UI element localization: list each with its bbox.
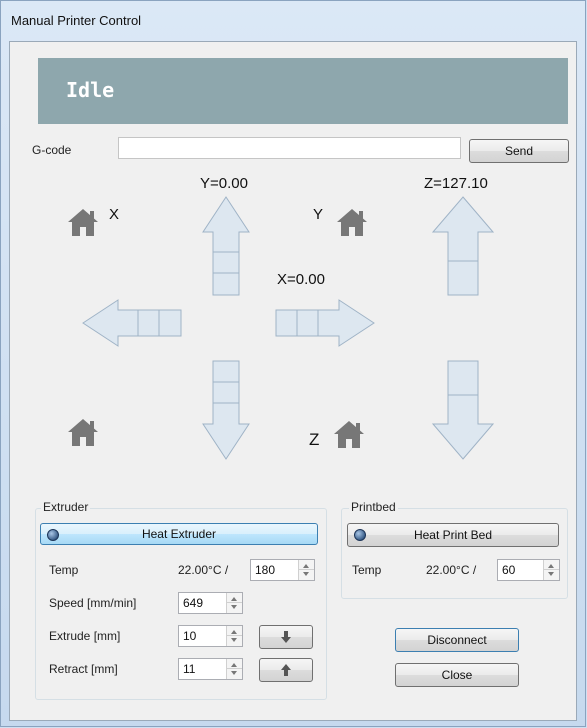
title-bar[interactable]: Manual Printer Control: [1, 1, 585, 41]
extruder-temp-spinbox[interactable]: 180: [250, 559, 315, 581]
send-button[interactable]: Send: [469, 139, 569, 163]
retract-button[interactable]: [259, 658, 313, 682]
heat-print-bed-button[interactable]: Heat Print Bed: [347, 523, 559, 547]
home-y-button[interactable]: [335, 206, 369, 238]
x-minus-arrow-button[interactable]: [82, 299, 182, 347]
gcode-label: G-code: [32, 143, 72, 157]
y-minus-arrow-button[interactable]: [202, 360, 250, 460]
speed-spinbox[interactable]: 649: [178, 592, 243, 614]
home-z-label: Z: [309, 430, 320, 449]
retract-label: Retract [mm]: [49, 662, 118, 676]
printbed-temp-label: Temp: [352, 563, 382, 577]
arrow-up-icon: [281, 664, 291, 676]
spin-arrows[interactable]: [226, 593, 242, 613]
extrude-spinbox[interactable]: 10: [178, 625, 243, 647]
home-icon: [68, 209, 98, 236]
printbed-group-title: Printbed: [349, 500, 398, 514]
extruder-temp-target: 180: [255, 563, 276, 577]
retract-spinbox[interactable]: 11: [178, 658, 243, 680]
printbed-temp-target: 60: [502, 563, 516, 577]
x-position-readout: X=0.00: [277, 271, 325, 288]
spin-arrows[interactable]: [226, 659, 242, 679]
printbed-temp-current: 22.00°C /: [426, 563, 477, 577]
disconnect-button[interactable]: Disconnect: [395, 628, 519, 652]
heat-print-bed-label: Heat Print Bed: [413, 528, 493, 542]
z-minus-arrow-button[interactable]: [432, 360, 494, 460]
heat-extruder-label: Heat Extruder: [141, 527, 217, 541]
printbed-group: [341, 508, 568, 599]
spin-arrows[interactable]: [543, 560, 559, 580]
extruder-temp-label: Temp: [49, 563, 79, 577]
extrude-button[interactable]: [259, 625, 313, 649]
arrow-down-icon: [281, 631, 291, 643]
status-led-icon: [354, 529, 366, 541]
close-button[interactable]: Close: [395, 663, 519, 687]
y-plus-arrow-button[interactable]: [202, 196, 250, 296]
manual-printer-control-window: Manual Printer Control Idle G-code Send …: [0, 0, 586, 727]
extruder-temp-current: 22.00°C /: [178, 563, 229, 577]
printbed-temp-spinbox[interactable]: 60: [497, 559, 560, 581]
z-plus-arrow-button[interactable]: [432, 196, 494, 296]
extrude-value: 10: [183, 629, 197, 643]
y-position-readout: Y=0.00: [200, 175, 248, 192]
spin-arrows[interactable]: [226, 626, 242, 646]
home-x-button[interactable]: [66, 206, 100, 238]
home-all-button[interactable]: [66, 416, 100, 448]
close-button-label: Close: [441, 668, 473, 682]
window-title: Manual Printer Control: [11, 13, 142, 28]
heat-extruder-button[interactable]: Heat Extruder: [40, 523, 318, 545]
home-y-label: Y: [313, 206, 324, 223]
home-icon: [68, 419, 98, 446]
home-z-button[interactable]: [332, 418, 366, 450]
gcode-input[interactable]: [118, 137, 461, 159]
disconnect-button-label: Disconnect: [427, 633, 487, 647]
spin-arrows[interactable]: [298, 560, 314, 580]
extruder-group-title: Extruder: [41, 500, 91, 514]
retract-value: 11: [183, 662, 196, 676]
home-icon: [337, 209, 367, 236]
speed-value: 649: [183, 596, 204, 610]
z-position-readout: Z=127.10: [424, 175, 488, 192]
client-area: Idle G-code Send Y=0.00 Z=127.10 X=0.00 …: [9, 41, 577, 721]
extrude-label: Extrude [mm]: [49, 629, 121, 643]
home-icon: [334, 421, 364, 448]
status-banner: Idle: [38, 58, 568, 124]
home-x-label: X: [109, 206, 120, 223]
send-button-label: Send: [504, 144, 534, 158]
status-text: Idle: [66, 78, 115, 102]
speed-label: Speed [mm/min]: [49, 596, 137, 610]
x-plus-arrow-button[interactable]: [275, 299, 375, 347]
status-led-icon: [47, 529, 59, 541]
